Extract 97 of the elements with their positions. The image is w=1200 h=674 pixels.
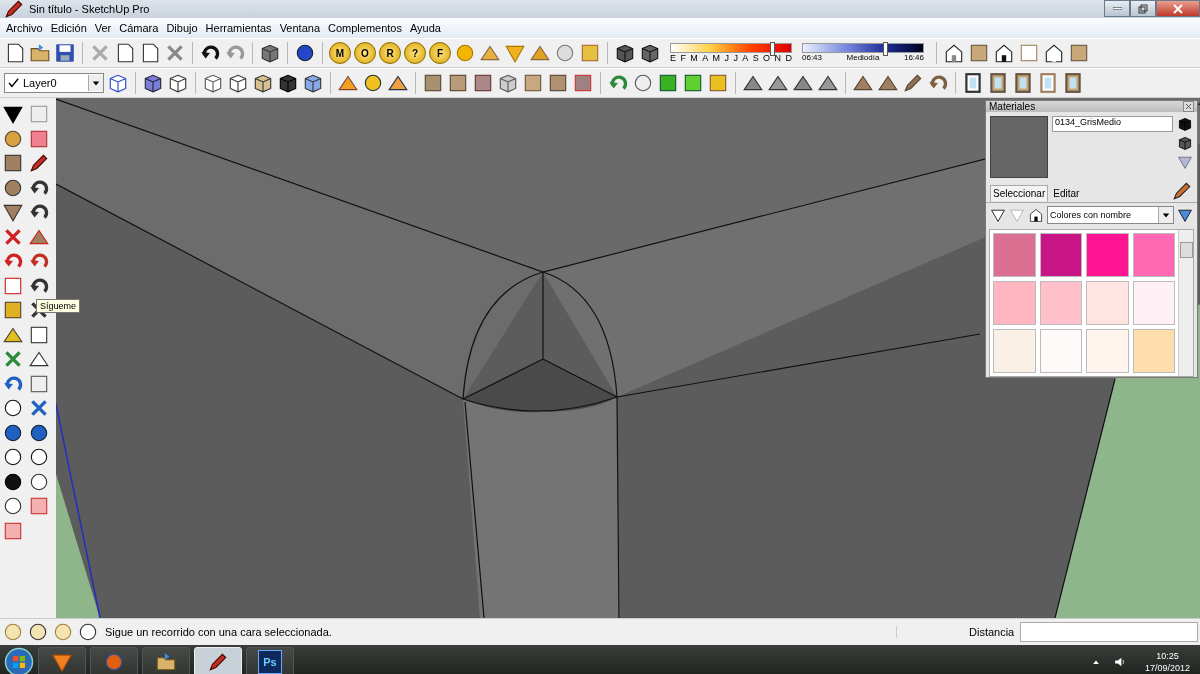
- save-icon[interactable]: [54, 42, 76, 64]
- pencil-icon: [207, 651, 229, 673]
- color-swatch[interactable]: [993, 281, 1036, 325]
- caret-icon: [92, 79, 100, 87]
- window-title: Sin título - SketchUp Pro: [29, 3, 151, 15]
- pencil-icon: [3, 0, 25, 20]
- month-label: J: [724, 53, 729, 63]
- window-icon[interactable]: [1012, 72, 1034, 94]
- measurement-label: Distancia: [896, 626, 1017, 638]
- window-icon[interactable]: [1062, 72, 1084, 94]
- layer-dropdown[interactable]: Layer0: [4, 73, 104, 93]
- plugin-button[interactable]: M: [329, 42, 351, 64]
- color-swatch[interactable]: [1086, 233, 1129, 277]
- month-label: O: [763, 53, 771, 63]
- window-icon[interactable]: [987, 72, 1009, 94]
- sphere-icon[interactable]: [454, 42, 476, 64]
- panel-title: Materiales: [989, 101, 1036, 112]
- check-icon: [7, 76, 21, 90]
- close-button[interactable]: [1156, 0, 1200, 17]
- close-icon[interactable]: [1183, 101, 1194, 112]
- plugin-button[interactable]: R: [379, 42, 401, 64]
- cube-wireframe-icon[interactable]: [202, 72, 224, 94]
- plugin-button[interactable]: F: [429, 42, 451, 64]
- time-slider[interactable]: [802, 43, 924, 53]
- plugin-button[interactable]: ?: [404, 42, 426, 64]
- measurement-field[interactable]: [1020, 622, 1198, 642]
- cube-icon[interactable]: [227, 72, 249, 94]
- box-icon[interactable]: [1068, 42, 1090, 64]
- color-swatch[interactable]: [993, 329, 1036, 373]
- slider-thumb[interactable]: [769, 42, 775, 56]
- restore-button[interactable]: [1130, 0, 1156, 17]
- sunrise-time: 06:43: [802, 53, 823, 62]
- cube-wireframe-icon[interactable]: [167, 72, 189, 94]
- color-swatch[interactable]: [1086, 329, 1129, 373]
- scrollbar[interactable]: [1178, 230, 1193, 376]
- month-label: F: [680, 53, 686, 63]
- minimize-button[interactable]: [1104, 0, 1130, 17]
- color-swatch[interactable]: [1132, 281, 1175, 325]
- color-swatch[interactable]: [1039, 329, 1082, 373]
- date-slider[interactable]: [670, 43, 792, 53]
- material-preview: [990, 116, 1048, 178]
- tab[interactable]: Seleccionar: [990, 185, 1049, 202]
- cube-icon[interactable]: [252, 72, 274, 94]
- menu-item[interactable]: Cámara: [115, 22, 163, 34]
- color-swatch[interactable]: [1039, 233, 1082, 277]
- noon-label: Mediodía: [846, 53, 880, 62]
- menu-item[interactable]: Ver: [90, 22, 116, 34]
- color-swatch[interactable]: [1039, 281, 1082, 325]
- tooltip: Sígueme: [36, 299, 81, 313]
- clock-time: 10:25: [1156, 651, 1179, 661]
- open-folder-icon[interactable]: [29, 42, 51, 64]
- house-icon[interactable]: [943, 42, 965, 64]
- house-icon[interactable]: [1043, 42, 1065, 64]
- month-label: M: [712, 53, 721, 63]
- color-swatch[interactable]: [1086, 281, 1129, 325]
- menu-item[interactable]: Complementos: [324, 22, 406, 34]
- status-message: Sigue un recorrido con una cara seleccionada.: [105, 626, 333, 638]
- taskbar-app-button[interactable]: Ps: [246, 647, 294, 674]
- menu-item[interactable]: Ayuda: [406, 22, 445, 34]
- restore-icon: [1137, 2, 1149, 15]
- month-label: A: [742, 53, 749, 63]
- tab[interactable]: Editar: [1050, 185, 1083, 202]
- material-name-field[interactable]: 0134_GrisMedio: [1052, 116, 1173, 132]
- folder-icon: [155, 651, 177, 673]
- month-label: M: [690, 53, 698, 63]
- slider-thumb[interactable]: [882, 42, 888, 56]
- month-label: J: [733, 53, 738, 63]
- color-swatch[interactable]: [1132, 233, 1175, 277]
- menu-item[interactable]: Herramientas: [201, 22, 276, 34]
- menu-item[interactable]: Ventana: [275, 22, 324, 34]
- close-icon: [1172, 2, 1184, 15]
- menu-item[interactable]: Archivo: [2, 22, 47, 34]
- menu-item[interactable]: Dibujo: [162, 22, 202, 34]
- library-dropdown[interactable]: Colores con nombre: [1047, 206, 1174, 224]
- photo-editor-icon: Ps: [258, 650, 282, 674]
- clock-date: 17/09/2012: [1144, 663, 1190, 673]
- color-swatch[interactable]: [1132, 329, 1175, 373]
- month-label: A: [702, 53, 709, 63]
- cube-icon[interactable]: [302, 72, 324, 94]
- month-label: S: [752, 53, 759, 63]
- cube-wireframe-icon[interactable]: [142, 72, 164, 94]
- month-label: D: [785, 53, 792, 63]
- color-swatch[interactable]: [993, 233, 1036, 277]
- window-icon[interactable]: [962, 72, 984, 94]
- plugin-button[interactable]: O: [354, 42, 376, 64]
- caret-icon: [1162, 211, 1170, 219]
- pencil-icon[interactable]: [28, 152, 50, 175]
- sunset-time: 16:46: [903, 53, 924, 62]
- house-icon[interactable]: [993, 42, 1015, 64]
- minimize-icon: [1112, 7, 1122, 10]
- month-label: N: [774, 53, 781, 63]
- home-icon[interactable]: [1028, 207, 1044, 223]
- start-button-icon[interactable]: [4, 647, 34, 674]
- cube-textured-icon[interactable]: [277, 72, 299, 94]
- menu-item[interactable]: Edición: [46, 22, 91, 34]
- taskbar-app-button[interactable]: [142, 647, 190, 674]
- month-label: E: [670, 53, 676, 63]
